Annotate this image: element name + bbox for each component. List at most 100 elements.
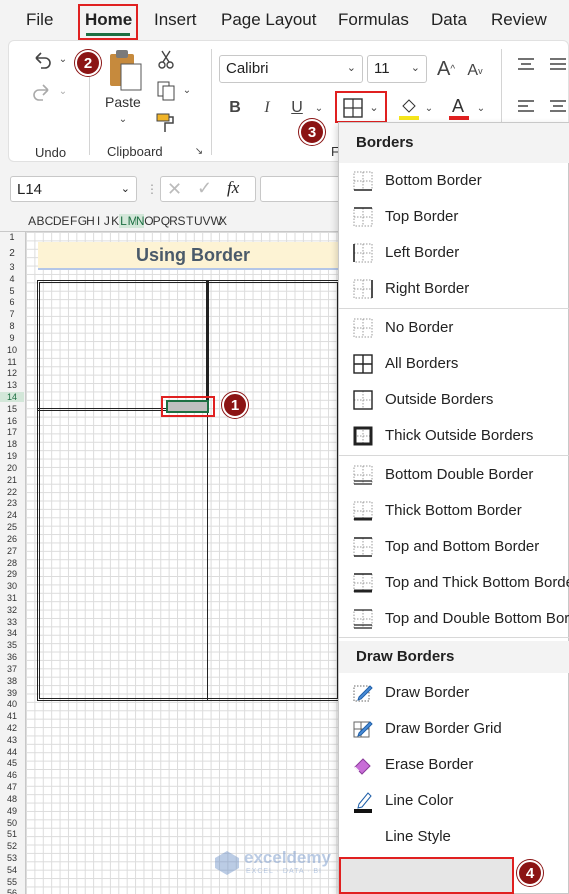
row-header[interactable]: 56: [0, 888, 24, 894]
column-header[interactable]: J: [103, 214, 111, 228]
column-header[interactable]: D: [53, 214, 62, 228]
row-header[interactable]: 4: [0, 274, 24, 284]
row-header[interactable]: 26: [0, 534, 24, 544]
row-header[interactable]: 44: [0, 747, 24, 757]
font-color-dropdown-icon[interactable]: ⌄: [475, 101, 487, 115]
row-header[interactable]: 34: [0, 628, 24, 638]
row-header[interactable]: 55: [0, 877, 24, 887]
borders-button[interactable]: ⌄: [335, 91, 387, 123]
row-header[interactable]: 50: [0, 818, 24, 828]
row-header[interactable]: 36: [0, 652, 24, 662]
insert-function-icon[interactable]: fx: [227, 178, 239, 198]
column-header[interactable]: S: [177, 214, 186, 228]
column-header[interactable]: C: [45, 214, 54, 228]
row-header[interactable]: 32: [0, 605, 24, 615]
menu-item-draw-border-grid[interactable]: Draw Border Grid: [339, 711, 569, 747]
tab-formulas[interactable]: Formulas: [338, 10, 409, 30]
cancel-icon[interactable]: ✕: [167, 179, 182, 200]
drag-handle-icon[interactable]: ⋮: [146, 182, 158, 198]
row-header[interactable]: 43: [0, 735, 24, 745]
menu-item-top-and-thick-bottom-border[interactable]: Top and Thick Bottom Border: [339, 565, 569, 601]
row-header[interactable]: 9: [0, 333, 24, 343]
row-header[interactable]: 48: [0, 794, 24, 804]
row-header[interactable]: 15: [0, 404, 24, 414]
row-header[interactable]: 27: [0, 546, 24, 556]
row-header[interactable]: 54: [0, 865, 24, 875]
enter-icon[interactable]: ✓: [197, 178, 212, 199]
row-header[interactable]: 37: [0, 664, 24, 674]
name-box[interactable]: L14 ⌄: [10, 176, 137, 202]
bold-icon[interactable]: B: [225, 96, 245, 120]
row-header[interactable]: 21: [0, 475, 24, 485]
row-header[interactable]: 5: [0, 286, 24, 296]
column-header[interactable]: Q: [161, 214, 170, 228]
row-header[interactable]: 8: [0, 321, 24, 331]
row-header[interactable]: 28: [0, 558, 24, 568]
row-header[interactable]: 14: [0, 392, 24, 403]
menu-item-right-border[interactable]: Right Border: [339, 271, 569, 307]
row-header[interactable]: 51: [0, 829, 24, 839]
row-header[interactable]: 20: [0, 463, 24, 473]
row-header[interactable]: 22: [0, 487, 24, 497]
row-header[interactable]: 40: [0, 699, 24, 709]
column-header[interactable]: R: [169, 214, 178, 228]
underline-dropdown-icon[interactable]: ⌄: [313, 101, 325, 115]
menu-item-left-border[interactable]: Left Border: [339, 235, 569, 271]
row-header[interactable]: 7: [0, 309, 24, 319]
format-painter-icon[interactable]: [153, 111, 179, 135]
column-header[interactable]: K: [111, 214, 119, 228]
row-header[interactable]: 18: [0, 439, 24, 449]
row-header[interactable]: 31: [0, 593, 24, 603]
column-header[interactable]: B: [36, 214, 44, 228]
column-header[interactable]: U: [194, 214, 203, 228]
middle-align-icon[interactable]: [547, 55, 569, 75]
row-header[interactable]: 25: [0, 522, 24, 532]
row-header[interactable]: 35: [0, 640, 24, 650]
row-header[interactable]: 38: [0, 676, 24, 686]
copy-icon[interactable]: [153, 79, 179, 103]
paste-icon[interactable]: [105, 47, 145, 93]
row-header[interactable]: 12: [0, 368, 24, 378]
row-header[interactable]: 41: [0, 711, 24, 721]
row-header[interactable]: 2: [0, 248, 24, 259]
row-header[interactable]: 13: [0, 380, 24, 390]
selected-cell[interactable]: [166, 400, 209, 413]
top-align-icon[interactable]: [515, 55, 537, 75]
paste-label[interactable]: Paste: [105, 94, 141, 110]
column-header[interactable]: X: [219, 214, 227, 228]
column-header[interactable]: W: [211, 214, 222, 228]
column-header[interactable]: H: [86, 214, 95, 228]
clipboard-launcher-icon[interactable]: ↘: [193, 145, 205, 157]
tab-page-layout[interactable]: Page Layout: [221, 10, 316, 30]
column-header[interactable]: T: [186, 214, 194, 228]
undo-icon[interactable]: [29, 47, 55, 73]
row-header[interactable]: 45: [0, 758, 24, 768]
row-header[interactable]: 39: [0, 688, 24, 698]
row-header[interactable]: 10: [0, 345, 24, 355]
menu-item-bottom-border[interactable]: Bottom Border: [339, 163, 569, 199]
increase-font-size-icon[interactable]: A ^: [433, 55, 459, 83]
column-header[interactable]: M: [127, 214, 138, 228]
menu-item-thick-bottom-border[interactable]: Thick Bottom Border: [339, 493, 569, 529]
tab-file[interactable]: File: [26, 10, 53, 30]
column-header[interactable]: I: [94, 214, 102, 228]
fill-color-dropdown-icon[interactable]: ⌄: [423, 101, 435, 115]
menu-item-top-and-bottom-border[interactable]: Top and Bottom Border: [339, 529, 569, 565]
font-name-select[interactable]: Calibri ⌄: [219, 55, 363, 83]
row-header[interactable]: 46: [0, 770, 24, 780]
row-header[interactable]: 49: [0, 806, 24, 816]
row-header[interactable]: 33: [0, 617, 24, 627]
row-header[interactable]: 53: [0, 853, 24, 863]
column-header[interactable]: P: [153, 214, 161, 228]
menu-item-no-border[interactable]: No Border: [339, 310, 569, 346]
font-size-select[interactable]: 11 ⌄: [367, 55, 427, 83]
row-header[interactable]: 23: [0, 498, 24, 508]
row-header[interactable]: 29: [0, 569, 24, 579]
cut-icon[interactable]: [155, 47, 177, 71]
tab-data[interactable]: Data: [431, 10, 467, 30]
menu-item-top-and-double-bottom-border[interactable]: Top and Double Bottom Border: [339, 601, 569, 637]
column-header[interactable]: A: [28, 214, 36, 228]
menu-item-line-style[interactable]: Line Style: [339, 819, 569, 855]
row-header[interactable]: 19: [0, 451, 24, 461]
menu-item-bottom-double-border[interactable]: Bottom Double Border: [339, 457, 569, 493]
